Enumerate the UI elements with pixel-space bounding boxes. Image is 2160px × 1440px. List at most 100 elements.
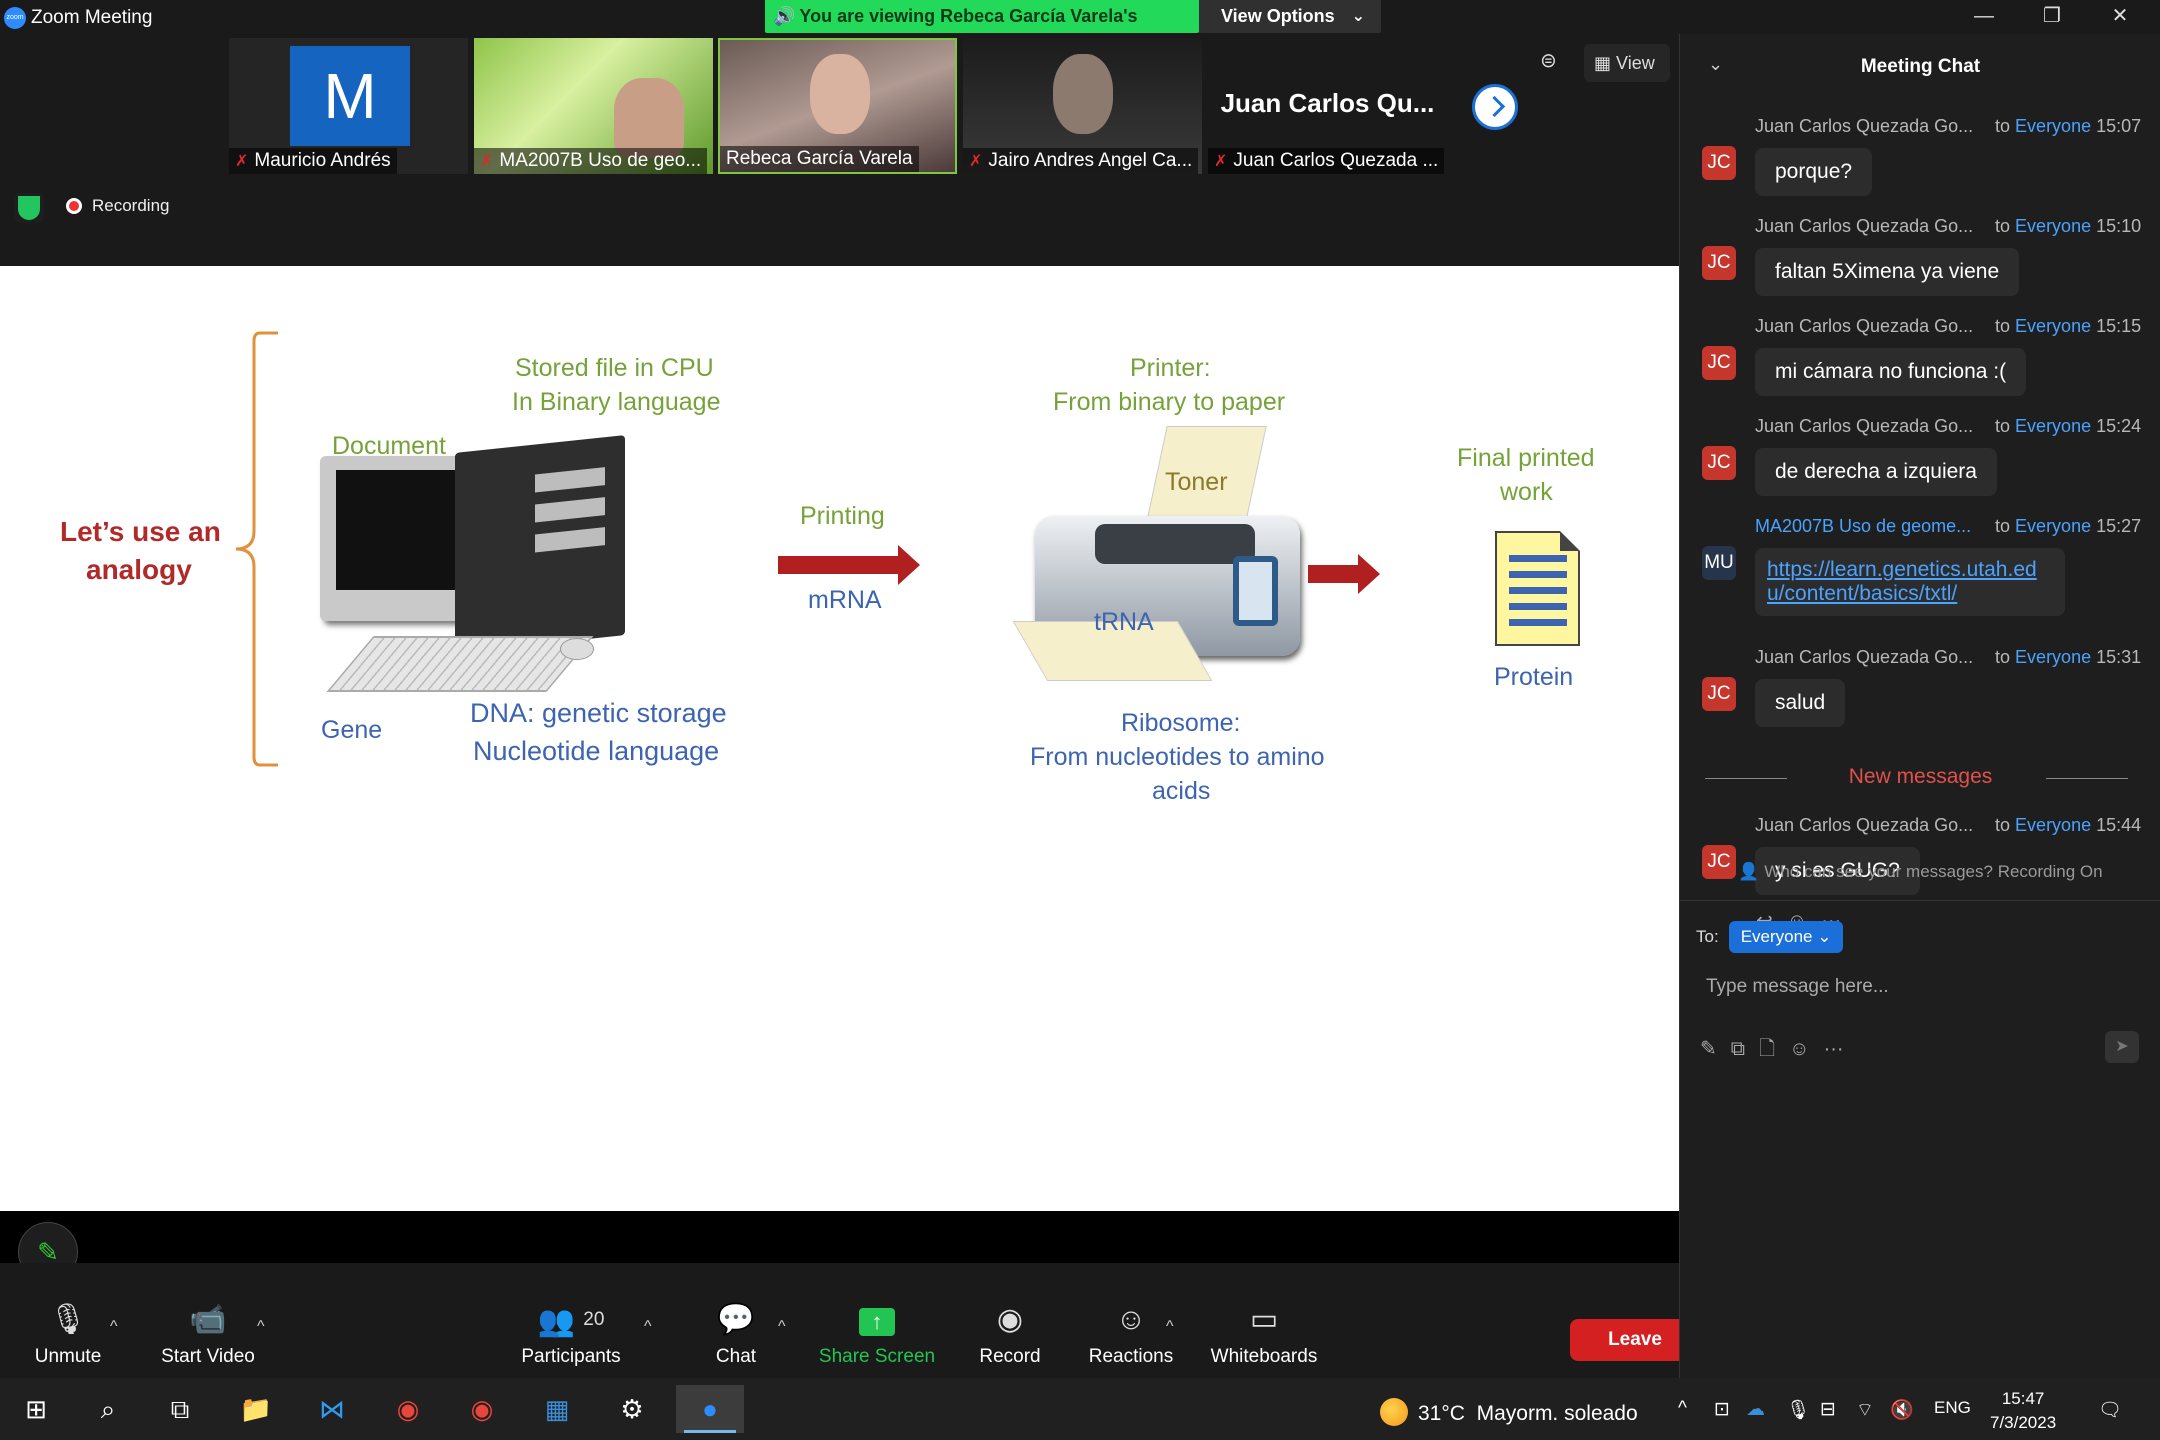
analogy-line2: analogy — [86, 554, 192, 585]
meet-icon[interactable]: ⊡ — [1714, 1398, 1730, 1421]
to-prefix: to — [1995, 116, 2011, 136]
shield-icon[interactable] — [14, 193, 44, 223]
to-label: To: — [1696, 927, 1719, 946]
message-bubble: de derecha a izquiera — [1755, 448, 1997, 496]
screenshot-icon[interactable]: ⧉ — [1731, 1038, 1745, 1060]
weather-widget[interactable]: 31°C Mayorm. soleado — [1380, 1398, 1638, 1426]
chevron-down-icon: ⌄ — [1351, 8, 1365, 25]
video-tile[interactable]: ✗ MA2007B Uso de geo... — [474, 38, 713, 174]
to-prefix: to — [1995, 815, 2011, 835]
send-icon[interactable]: ➤ — [2105, 1031, 2139, 1063]
analogy-line1: Let’s use an — [60, 516, 221, 547]
message-sender: Juan Carlos Quezada Go... — [1755, 316, 1974, 336]
more-icon[interactable]: ··· — [1824, 1038, 1844, 1060]
task-view-icon[interactable]: ⧉ — [150, 1385, 210, 1433]
printer-line2: From binary to paper — [1053, 388, 1286, 416]
unmute-button[interactable]: 🎙 Unmute — [30, 1300, 106, 1368]
vscode-icon[interactable]: ⋈ — [302, 1385, 362, 1433]
emoji-icon[interactable]: ☺ — [1789, 1038, 1809, 1060]
view-button[interactable]: ▦ View — [1584, 44, 1670, 82]
participants-button[interactable]: 👥 20 Participants — [520, 1300, 622, 1368]
message-recipient[interactable]: Everyone — [2015, 815, 2091, 835]
tray-overflow-icon[interactable]: ^ — [1678, 1398, 1687, 1420]
message-recipient[interactable]: Everyone — [2015, 216, 2091, 236]
mic-muted-icon: ✗ — [1214, 153, 1228, 170]
reactions-icon: ☺ — [1115, 1303, 1147, 1336]
format-icon[interactable]: ✎ — [1700, 1038, 1717, 1060]
message-visibility-info[interactable]: 👤 Who can see your messages? Recording O… — [1680, 862, 2160, 882]
video-options-chevron-icon[interactable]: ^ — [257, 1318, 265, 1336]
calculator-icon[interactable]: ▦ — [527, 1385, 587, 1433]
message-recipient[interactable]: Everyone — [2015, 316, 2091, 336]
to-prefix: to — [1995, 647, 2011, 667]
recipient-select[interactable]: Everyone ⌄ — [1728, 921, 1844, 953]
language-indicator[interactable]: ENG — [1934, 1398, 1971, 1418]
mic-icon[interactable]: 🎙 — [1786, 1398, 1810, 1422]
minimize-button[interactable]: — — [1950, 0, 2018, 34]
search-icon[interactable]: ⌕ — [78, 1385, 138, 1433]
chat-chevron-icon[interactable]: ^ — [778, 1318, 786, 1336]
settings-icon[interactable]: ⚙ — [602, 1385, 662, 1433]
onedrive-icon[interactable]: ☁ — [1746, 1398, 1765, 1421]
start-video-button[interactable]: 📹 Start Video — [155, 1300, 261, 1368]
message-time: 15:44 — [2096, 815, 2142, 835]
video-tile-active-speaker[interactable]: Rebeca García Varela — [718, 38, 957, 174]
message-link[interactable]: https://learn.genetics.utah.ed — [1767, 558, 2037, 581]
avatar: MU — [1702, 546, 1736, 580]
clock-time: 15:47 — [2001, 1389, 2045, 1408]
view-options-button[interactable]: View Options ⌄ — [1199, 0, 1381, 33]
toner-label: Toner — [1165, 468, 1228, 496]
participants-chevron-icon[interactable]: ^ — [644, 1318, 652, 1336]
chrome-icon[interactable]: ◉ — [378, 1385, 438, 1433]
recording-indicator[interactable]: Recording — [66, 196, 170, 216]
video-tile[interactable]: M ✗ Mauricio Andrés — [229, 38, 468, 174]
person-lock-icon: 👤 — [1738, 862, 1760, 881]
message-sender: Juan Carlos Quezada Go... — [1755, 416, 1974, 436]
volume-muted-icon[interactable]: 🔇 — [1890, 1398, 1914, 1422]
record-button[interactable]: ◉ Record — [975, 1300, 1045, 1368]
message-sender: MA2007B Uso de geome... — [1755, 516, 1972, 536]
chat-message-input[interactable] — [1706, 969, 2136, 1005]
video-tile[interactable]: ✗ Jairo Andres Angel Ca... — [963, 38, 1202, 174]
share-screen-button[interactable]: ↑ Share Screen — [818, 1300, 936, 1368]
message-recipient[interactable]: Everyone — [2015, 416, 2091, 436]
file-icon[interactable]: 🗋 — [1759, 1038, 1775, 1060]
message-meta: Juan Carlos Quezada Go... to Everyone 15… — [1755, 647, 2141, 668]
chat-button[interactable]: 💬 Chat — [706, 1300, 766, 1368]
immersive-icon[interactable]: ⊜ — [1540, 48, 1557, 73]
next-page-button[interactable] — [1472, 84, 1518, 130]
zoom-taskbar-icon[interactable]: ● — [676, 1385, 744, 1433]
message-meta: Juan Carlos Quezada Go... to Everyone 15… — [1755, 116, 2141, 137]
reactions-button[interactable]: ☺ Reactions — [1086, 1300, 1176, 1368]
whiteboards-button[interactable]: ▭ Whiteboards — [1208, 1300, 1320, 1368]
mic-muted-icon: ✗ — [969, 153, 983, 170]
message-time: 15:15 — [2096, 316, 2142, 336]
shared-screen: Let’s use an analogy Stored file in CPU … — [0, 266, 1679, 1211]
wifi-icon[interactable]: ⌔ — [1856, 1398, 1874, 1422]
view-options-label: View Options — [1221, 6, 1335, 26]
video-tile[interactable]: Juan Carlos Qu... ✗ Juan Carlos Quezada .… — [1208, 38, 1447, 174]
stored-file-line2: In Binary language — [512, 388, 721, 416]
close-button[interactable]: ✕ — [2086, 0, 2154, 34]
message-recipient[interactable]: Everyone — [2015, 116, 2091, 136]
brace-shape — [235, 331, 278, 767]
new-messages-divider: New messages — [1680, 765, 2160, 789]
chrome-profile-icon[interactable]: ◉ — [452, 1385, 512, 1433]
notifications-icon[interactable]: 🗨 — [2098, 1398, 2122, 1422]
video-off-icon: 📹 — [189, 1303, 227, 1336]
dna-line2: Nucleotide language — [473, 736, 720, 766]
reactions-chevron-icon[interactable]: ^ — [1166, 1318, 1174, 1336]
clock[interactable]: 15:47 7/3/2023 — [1990, 1387, 2056, 1435]
restore-button[interactable]: ❐ — [2018, 0, 2086, 34]
windows-start-icon[interactable]: ⊞ — [6, 1385, 66, 1433]
recording-label: Recording — [92, 196, 170, 215]
audio-options-chevron-icon[interactable]: ^ — [110, 1318, 118, 1336]
screen-share-banner: 🔊 You are viewing Rebeca García Varela's … — [765, 0, 1199, 59]
message-recipient[interactable]: Everyone — [2015, 516, 2091, 536]
participant-video — [614, 78, 684, 158]
message-link[interactable]: u/content/basics/txtl/ — [1767, 582, 1957, 605]
participant-name: ✗ Jairo Andres Angel Ca... — [963, 148, 1199, 174]
display-icon[interactable]: ⊟ — [1820, 1398, 1836, 1421]
file-explorer-icon[interactable]: 📁 — [226, 1385, 286, 1433]
message-recipient[interactable]: Everyone — [2015, 647, 2091, 667]
